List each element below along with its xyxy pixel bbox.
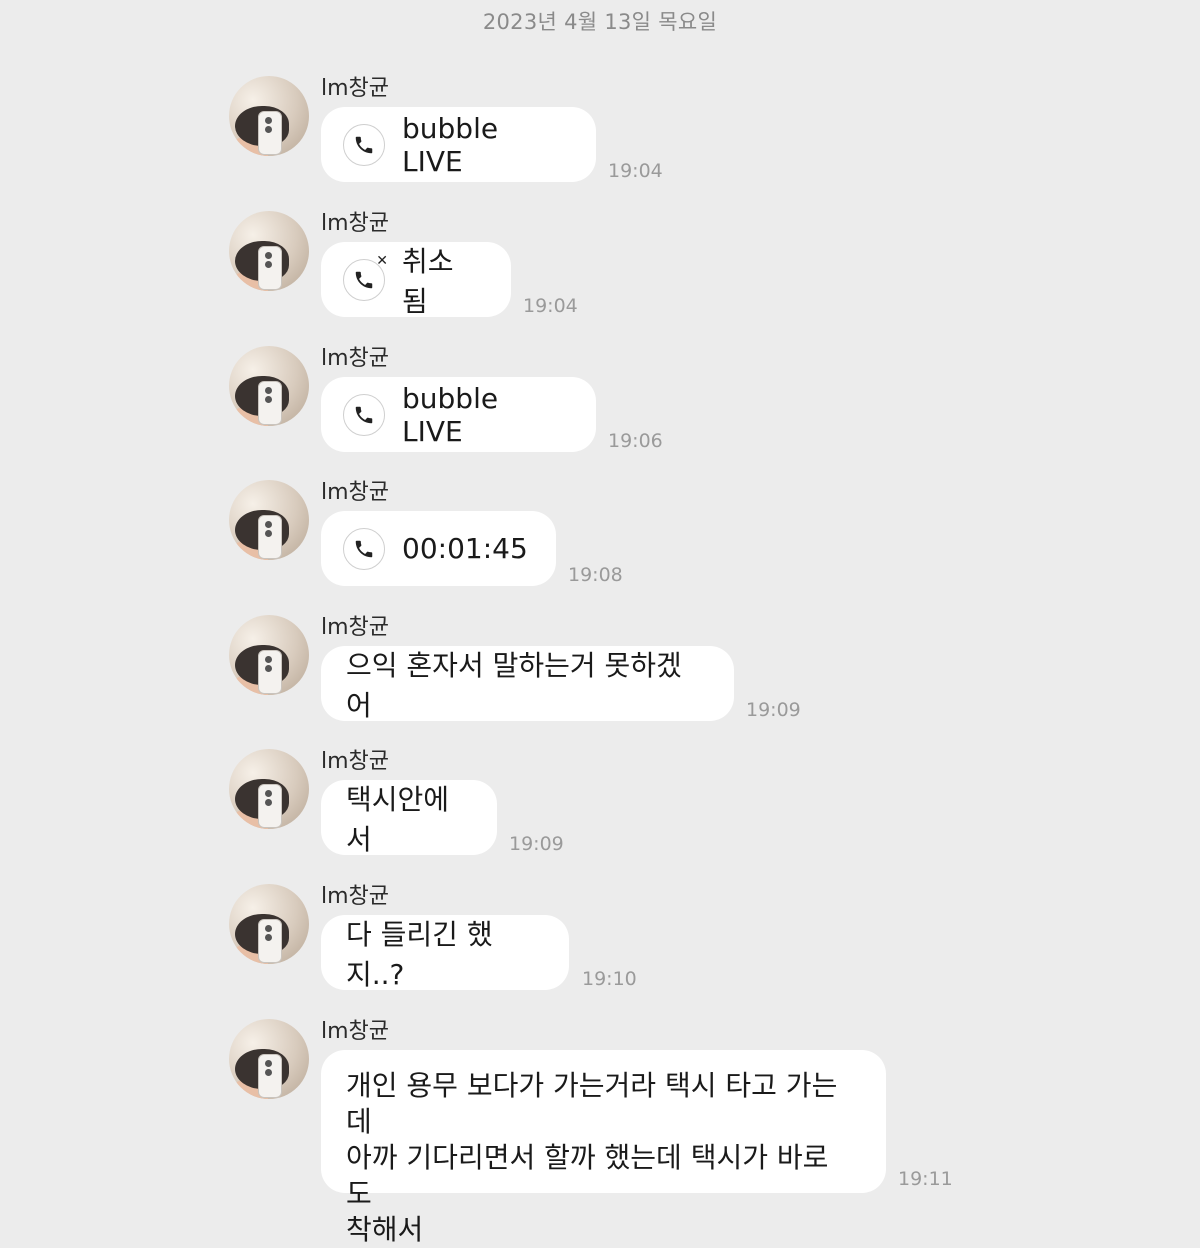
- sender-name: lm창균: [321, 76, 390, 101]
- message-row: lm창균 택시안에서 19:09: [0, 673, 1200, 856]
- message-row: lm창균 다 들리긴 했지..? 19:10: [0, 808, 1200, 991]
- avatar[interactable]: [229, 1019, 309, 1099]
- sender-name: lm창균: [321, 1019, 390, 1044]
- message-row: lm창균 00:01:45 19:08: [0, 404, 1200, 586]
- sender-name: lm창균: [321, 211, 390, 236]
- message-text-line: 아까 기다리면서 할까 했는데 택시가 바로 도: [346, 1141, 829, 1210]
- message-row: lm창균 bubble LIVE 19:04: [0, 0, 1200, 182]
- sender-name: lm창균: [321, 884, 390, 909]
- message-text-line: 착해서: [346, 1213, 424, 1246]
- sender-name: lm창균: [321, 615, 390, 640]
- message-row: lm창균 개인 용무 보다가 가는거라 택시 타고 가는데 아까 기다리면서 할…: [0, 943, 1200, 1246]
- sender-name: lm창균: [321, 480, 390, 505]
- sender-name: lm창균: [321, 346, 390, 371]
- sender-name: lm창균: [321, 749, 390, 774]
- message-text-line: 개인 용무 보다가 가는거라 택시 타고 가는데: [346, 1069, 838, 1138]
- message-bubble[interactable]: 개인 용무 보다가 가는거라 택시 타고 가는데 아까 기다리면서 할까 했는데…: [321, 1050, 886, 1246]
- message-row: lm창균 bubble LIVE 19:06: [0, 270, 1200, 452]
- message-row: lm창균 으익 혼자서 말하는거 못하겠어 19:09: [0, 539, 1200, 722]
- timestamp: 19:11: [898, 1168, 953, 1190]
- message-row: lm창균 ✕ 취소됨 19:04: [0, 135, 1200, 318]
